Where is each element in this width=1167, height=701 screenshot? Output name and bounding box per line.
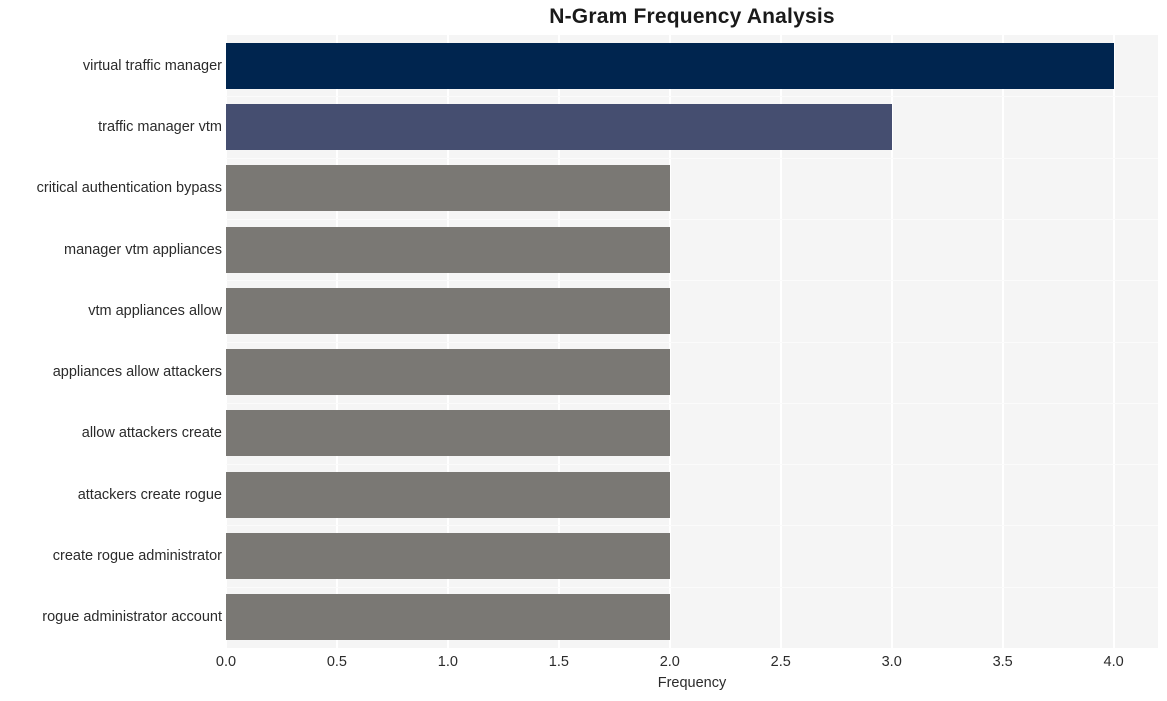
- y-axis-tick-labels: virtual traffic manager traffic manager v…: [0, 35, 222, 648]
- gridline-horizontal: [226, 587, 1158, 588]
- y-axis-tick-label: traffic manager vtm: [98, 119, 222, 135]
- y-axis-tick-label: appliances allow attackers: [52, 364, 222, 380]
- bar[interactable]: [226, 410, 670, 456]
- bar[interactable]: [226, 288, 670, 334]
- gridline-horizontal: [226, 403, 1158, 404]
- gridline-horizontal: [226, 158, 1158, 159]
- x-axis-tick-label: 3.5: [992, 654, 1013, 670]
- gridline-horizontal: [226, 525, 1158, 526]
- chart-title: N-Gram Frequency Analysis: [549, 5, 835, 28]
- bar[interactable]: [226, 104, 892, 150]
- x-axis-title: Frequency: [657, 675, 727, 691]
- gridline-horizontal: [226, 219, 1158, 220]
- x-axis-tick-label: 1.5: [548, 654, 569, 670]
- y-axis-tick-label: virtual traffic manager: [82, 58, 222, 74]
- x-axis-tick-label: 4.0: [1103, 654, 1124, 670]
- x-axis-tick-labels: 0.0 0.5 1.0 1.5 2.0 2.5 3.0 3.5 4.0: [0, 652, 1167, 674]
- bar[interactable]: [226, 165, 670, 211]
- bar[interactable]: [226, 227, 670, 273]
- y-axis-tick-label: rogue administrator account: [42, 609, 222, 625]
- chart-figure: N-Gram Frequency Analysis virtual traffi…: [0, 0, 1167, 701]
- x-axis-tick-label: 3.0: [881, 654, 902, 670]
- gridline-horizontal: [226, 342, 1158, 343]
- x-axis-tick-label: 1.0: [437, 654, 458, 670]
- bar[interactable]: [226, 43, 1114, 89]
- y-axis-tick-label: critical authentication bypass: [36, 180, 222, 196]
- y-axis-tick-label: create rogue administrator: [52, 548, 222, 564]
- bar[interactable]: [226, 349, 670, 395]
- bar[interactable]: [226, 533, 670, 579]
- bar[interactable]: [226, 594, 670, 640]
- gridline-horizontal: [226, 280, 1158, 281]
- gridline-horizontal: [226, 96, 1158, 97]
- x-axis-tick-label: 2.0: [659, 654, 680, 670]
- y-axis-tick-label: vtm appliances allow: [88, 303, 222, 319]
- y-axis-tick-label: attackers create rogue: [77, 487, 222, 503]
- bar[interactable]: [226, 472, 670, 518]
- x-axis-tick-label: 0.5: [326, 654, 348, 670]
- x-axis-tick-label: 2.5: [770, 654, 791, 670]
- x-axis-tick-label: 0.0: [215, 654, 237, 670]
- gridline-horizontal: [226, 464, 1158, 465]
- plot-area: [225, 35, 1158, 648]
- y-axis-tick-label: allow attackers create: [81, 425, 222, 441]
- y-axis-tick-label: manager vtm appliances: [64, 242, 222, 258]
